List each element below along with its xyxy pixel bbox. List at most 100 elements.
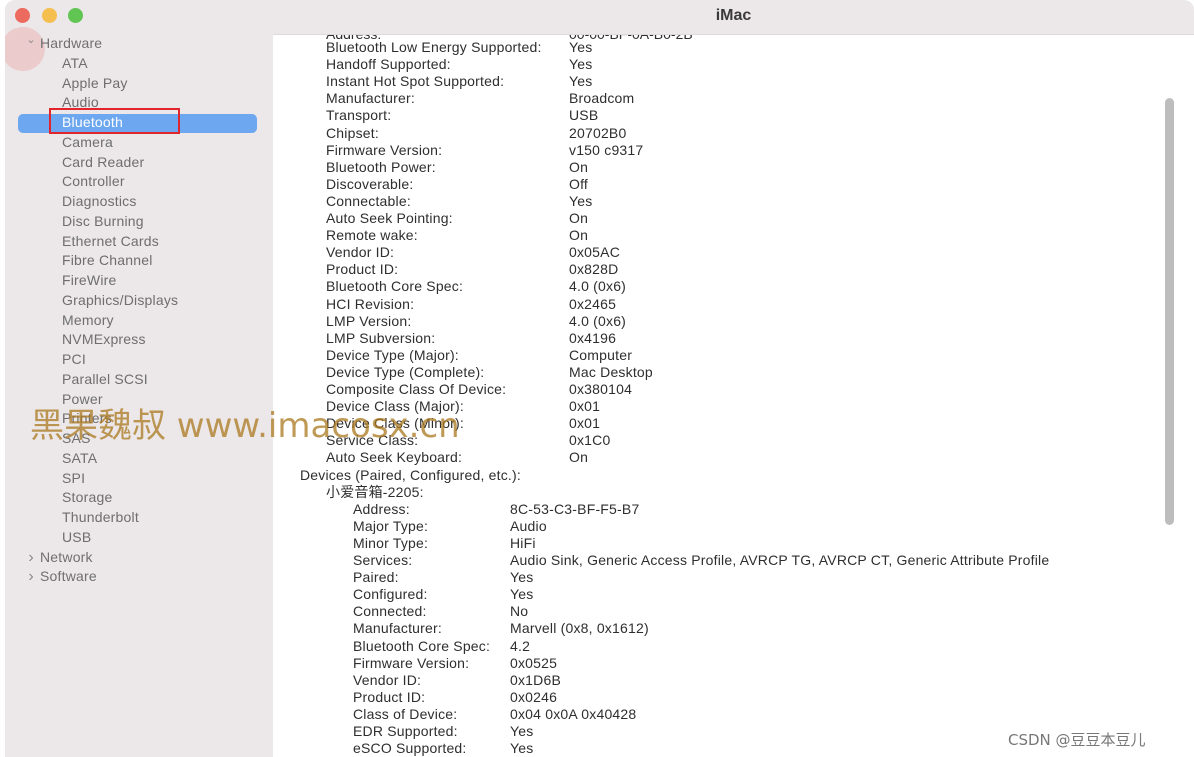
sidebar: Hardware ⌄ ATA Apple Pay Audio Bluetooth Camer… <box>5 0 273 757</box>
property-label: Device Type (Major): <box>326 346 459 363</box>
sidebar-item[interactable]: Memory <box>62 311 114 330</box>
device-property-value: 8C-53-C3-BF-F5-B7 <box>510 500 640 517</box>
property-value: 0x2465 <box>569 295 617 312</box>
device-property-label: Class of Device: <box>353 705 458 722</box>
device-property-value: Audio <box>510 517 547 534</box>
property-value: Broadcom <box>569 90 635 107</box>
sidebar-item[interactable]: Camera <box>62 133 113 152</box>
sidebar-item[interactable]: Storage <box>62 488 112 507</box>
sidebar-item[interactable]: Apple Pay <box>62 74 128 93</box>
close-button[interactable] <box>15 8 30 23</box>
system-information-window: Hardware ⌄ ATA Apple Pay Audio Bluetooth Camer… <box>5 0 1194 757</box>
property-value: On <box>569 449 589 466</box>
property-label: Discoverable: <box>326 175 414 192</box>
property-value: USB <box>569 107 599 124</box>
property-label: Device Type (Complete): <box>326 363 485 380</box>
property-value: 0x4196 <box>569 329 617 346</box>
sidebar-item[interactable]: Graphics/Displays <box>62 291 178 310</box>
property-label: Bluetooth Power: <box>326 158 436 175</box>
property-value: 0x05AC <box>569 244 621 261</box>
device-property-value: 4.2 <box>510 637 531 654</box>
property-value: On <box>569 227 589 244</box>
detail-pane: Address:00-00-BF-0A-B0-2BBluetooth Low E… <box>273 35 1194 757</box>
chevron-right-icon[interactable]: › <box>25 548 37 567</box>
device-name: 小爱音箱-2205: <box>326 483 424 500</box>
property-label: Remote wake: <box>326 227 418 244</box>
sidebar-item[interactable]: SPI <box>62 469 85 488</box>
devices-header: Devices (Paired, Configured, etc.): <box>300 466 521 483</box>
sidebar-section-hardware[interactable]: Hardware <box>40 34 102 53</box>
sidebar-item[interactable]: ATA <box>62 54 88 73</box>
property-label: Firmware Version: <box>326 141 443 158</box>
property-label: Connectable: <box>326 192 411 209</box>
zoom-button[interactable] <box>68 8 83 23</box>
property-value: 4.0 (0x6) <box>569 278 627 295</box>
chevron-right-icon[interactable]: › <box>25 567 37 586</box>
property-value: Mac Desktop <box>569 363 653 380</box>
device-property-label: Product ID: <box>353 688 426 705</box>
device-property-value: HiFi <box>510 534 536 551</box>
sidebar-item[interactable]: Ethernet Cards <box>62 232 159 251</box>
device-property-value: Yes <box>510 586 534 603</box>
watermark-text: 黑果魏叔 www.imacosx.cn <box>30 406 460 446</box>
property-label: Composite Class Of Device: <box>326 381 507 397</box>
sidebar-section-network[interactable]: Network <box>40 548 93 567</box>
sidebar-item[interactable]: Diagnostics <box>62 192 137 211</box>
sidebar-item[interactable]: SATA <box>62 449 97 468</box>
device-property-label: Address: <box>353 500 410 517</box>
property-label: Handoff Supported: <box>326 56 451 73</box>
property-label: LMP Subversion: <box>326 329 436 346</box>
sidebar-item[interactable]: FireWire <box>62 271 116 290</box>
sidebar-item[interactable]: PCI <box>62 350 86 369</box>
property-label: Instant Hot Spot Supported: <box>326 73 505 90</box>
device-property-label: Configured: <box>353 586 428 603</box>
device-property-value: No <box>510 603 529 620</box>
device-property-label: Firmware Version: <box>353 654 470 671</box>
device-property-value: 0x04 0x0A 0x40428 <box>510 705 637 722</box>
annotation-red-box <box>49 108 180 134</box>
chevron-down-icon[interactable]: ⌄ <box>25 31 37 50</box>
sidebar-item[interactable]: Disc Burning <box>62 212 144 231</box>
sidebar-item[interactable]: Card Reader <box>62 153 144 172</box>
minimize-button[interactable] <box>42 8 57 23</box>
property-label: Transport: <box>326 107 392 124</box>
device-property-label: Bluetooth Core Spec: <box>353 637 491 654</box>
sidebar-item[interactable]: USB <box>62 528 91 547</box>
device-property-label: Vendor ID: <box>353 671 422 688</box>
sidebar-item[interactable]: Controller <box>62 172 125 191</box>
sidebar-item[interactable]: Parallel SCSI <box>62 370 148 389</box>
property-label: LMP Version: <box>326 312 412 329</box>
property-value: Computer <box>569 346 633 363</box>
device-property-label: Services: <box>353 552 413 568</box>
device-property-label: Minor Type: <box>353 534 429 551</box>
device-property-label: Paired: <box>353 569 399 586</box>
device-property-value: 0x0246 <box>510 688 558 705</box>
sidebar-item[interactable]: Fibre Channel <box>62 251 153 270</box>
device-property-label: Connected: <box>353 603 427 620</box>
property-value: Yes <box>569 56 593 73</box>
property-label: Manufacturer: <box>326 90 415 107</box>
property-value: 0x828D <box>569 261 619 278</box>
property-value: Yes <box>569 39 593 55</box>
property-value: 20702B0 <box>569 124 627 141</box>
property-value: Off <box>569 175 589 192</box>
device-property-value: 0x1D6B <box>510 671 562 688</box>
property-value: 0x01 <box>569 415 601 432</box>
sidebar-item[interactable]: NVMExpress <box>62 330 146 349</box>
property-value: 0x01 <box>569 398 601 415</box>
scrollbar-thumb[interactable] <box>1165 98 1174 525</box>
sidebar-section-software[interactable]: Software <box>40 567 97 586</box>
device-property-label: eSCO Supported: <box>353 740 467 757</box>
property-value: On <box>569 210 589 226</box>
property-label: Bluetooth Low Energy Supported: <box>326 39 542 55</box>
device-property-label: EDR Supported: <box>353 723 458 739</box>
property-value: Yes <box>569 73 593 90</box>
property-label: Auto Seek Pointing: <box>326 210 453 226</box>
device-property-value: Audio Sink, Generic Access Profile, AVRC… <box>510 552 1050 568</box>
device-property-label: Manufacturer: <box>353 620 442 637</box>
property-label: Auto Seek Keyboard: <box>326 449 463 466</box>
title-bar: iMac <box>273 0 1194 35</box>
device-property-value: Yes <box>510 740 534 757</box>
window-title: iMac <box>715 7 752 24</box>
sidebar-item[interactable]: Thunderbolt <box>62 508 139 527</box>
